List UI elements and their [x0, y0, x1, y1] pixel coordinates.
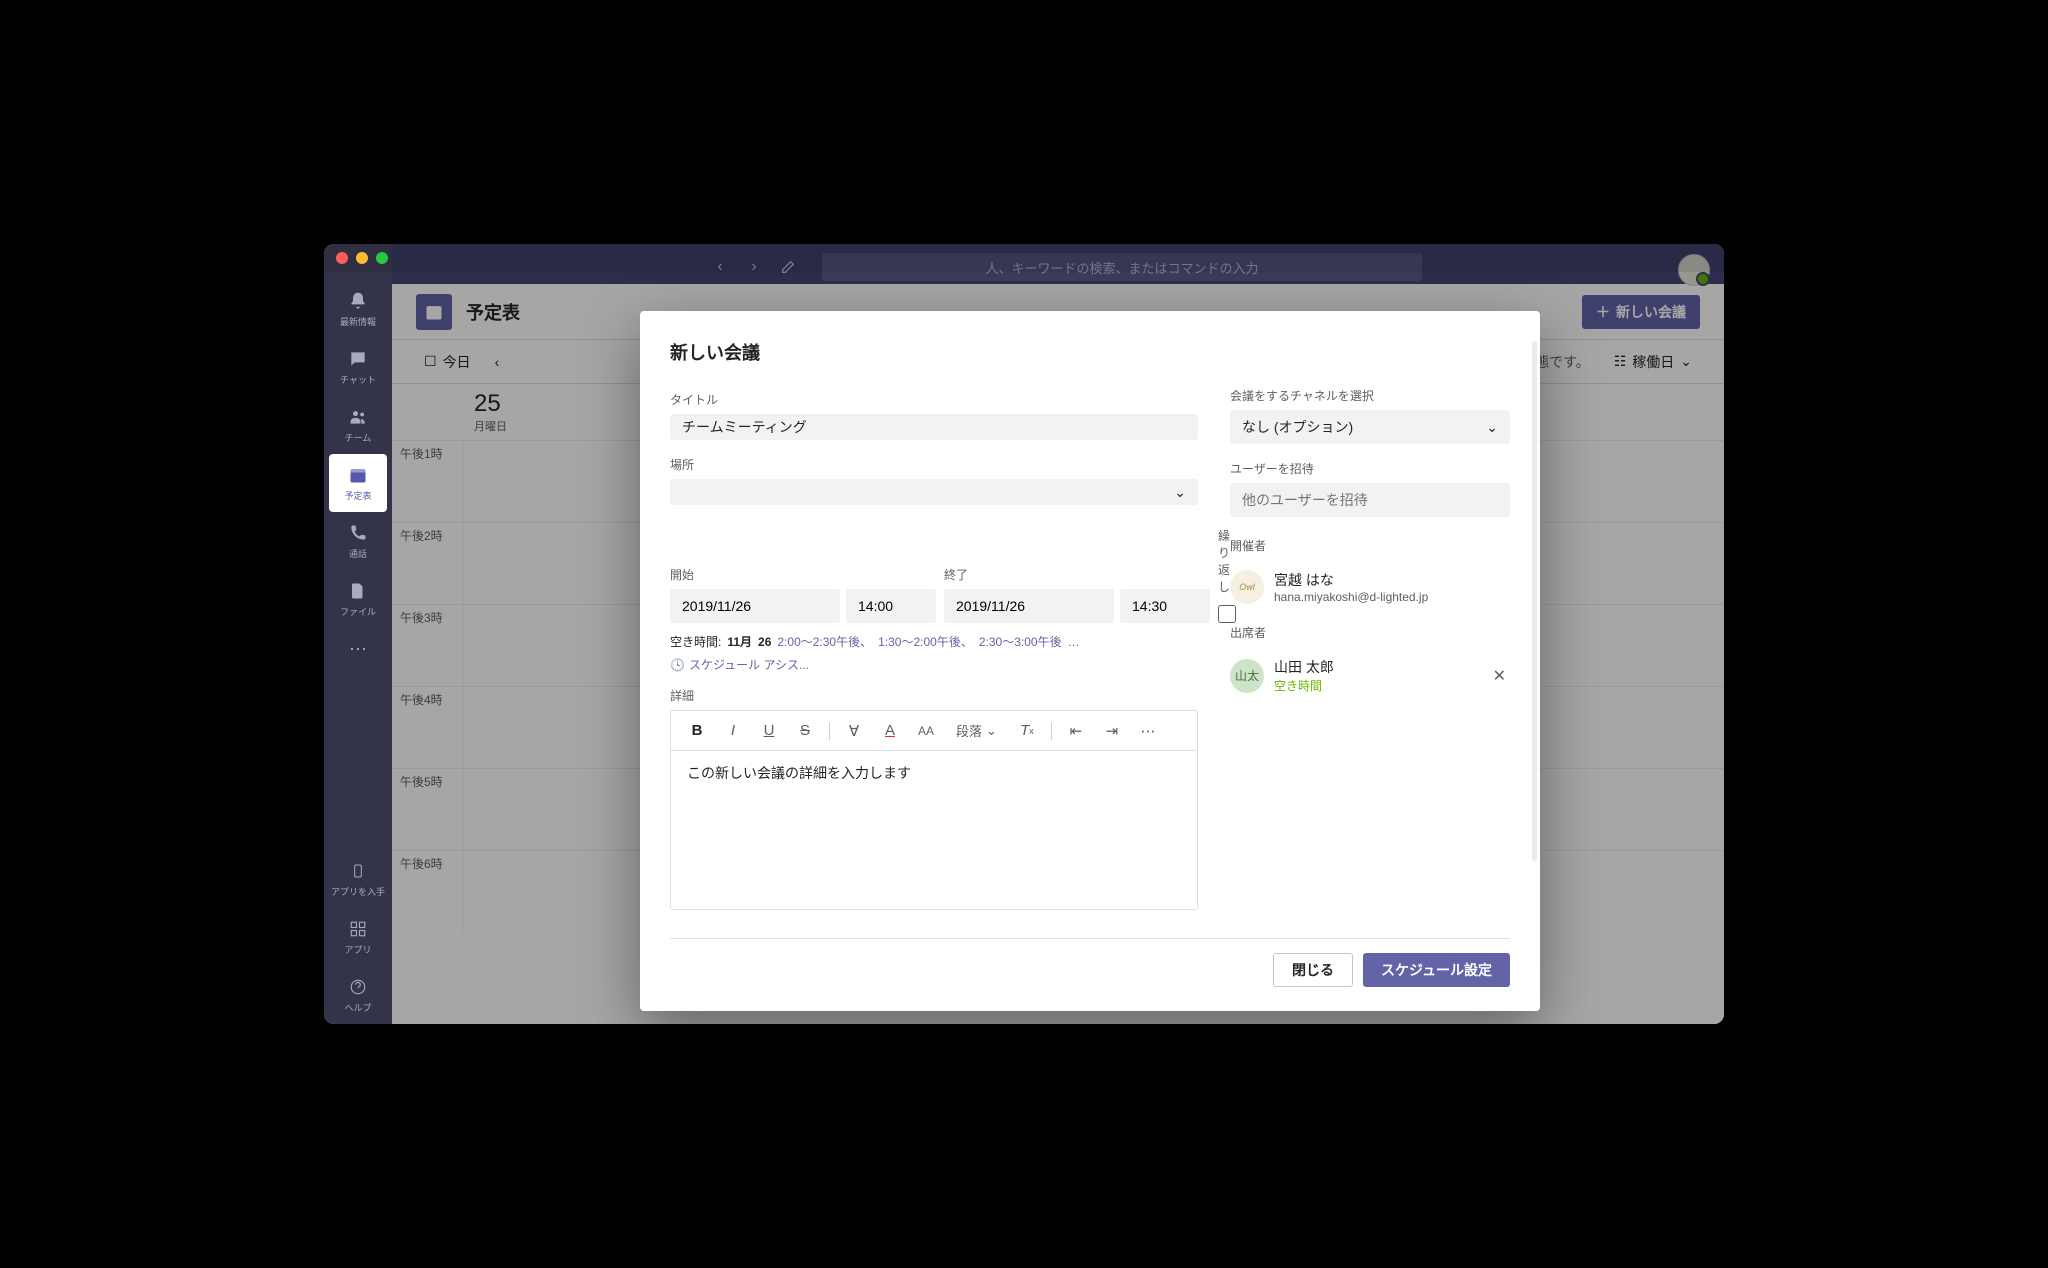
more-slots[interactable]: … — [1068, 635, 1080, 649]
more-icon: ⋯ — [347, 638, 369, 660]
new-meeting-dialog: 新しい会議 タイトル 場所 ⌄ 開始 — [640, 311, 1540, 1011]
time-slot-suggestion[interactable]: 1:30～2:00午後 — [878, 633, 973, 650]
field-label-location: 場所 — [670, 456, 1198, 473]
organizer-avatar: Owl — [1230, 570, 1264, 604]
outdent-button[interactable]: ⇤ — [1060, 716, 1092, 746]
scrollbar[interactable] — [1532, 341, 1537, 861]
chevron-down-icon: ⌄ — [1486, 419, 1498, 436]
time-slot-suggestion[interactable]: 2:30～3:00午後 — [979, 633, 1062, 650]
organizer-name: 宮越 はな — [1274, 570, 1428, 590]
attendee-name: 山田 太郎 — [1274, 657, 1334, 677]
dialog-title: 新しい会議 — [670, 339, 1198, 365]
sidebar-item-label: ヘルプ — [344, 1001, 371, 1014]
close-button[interactable]: 閉じる — [1273, 953, 1353, 987]
calendar-icon — [347, 464, 369, 486]
chevron-down-icon: ⌄ — [1174, 484, 1186, 501]
clear-format-button[interactable]: Tx — [1011, 716, 1043, 746]
chat-icon — [347, 348, 369, 370]
indent-button[interactable]: ⇥ — [1096, 716, 1128, 746]
chevron-down-icon: ⌄ — [986, 723, 997, 739]
bell-icon — [347, 290, 369, 312]
toolbar-separator — [829, 722, 830, 740]
end-time-input[interactable] — [1120, 589, 1210, 623]
strikethrough-button[interactable]: S — [789, 716, 821, 746]
field-label-detail: 詳細 — [670, 687, 1198, 704]
sidebar-item-help[interactable]: ヘルプ — [324, 966, 392, 1024]
time-slot-suggestion[interactable]: 2:00～2:30午後 — [777, 633, 872, 650]
sidebar-item-label: チャット — [340, 373, 376, 386]
italic-button[interactable]: I — [717, 716, 749, 746]
editor-toolbar: B I U S ∀ A AA 段落 ⌄ — [671, 711, 1197, 751]
paragraph-style-select[interactable]: 段落 ⌄ — [946, 721, 1007, 740]
sidebar-item-more[interactable]: ⋯ — [324, 628, 392, 670]
window-zoom-button[interactable] — [376, 252, 388, 264]
start-date-input[interactable] — [670, 589, 840, 623]
device-icon — [347, 860, 369, 882]
sidebar-item-apps[interactable]: アプリ — [324, 908, 392, 966]
detail-editor: B I U S ∀ A AA 段落 ⌄ — [670, 710, 1198, 910]
sidebar-item-label: チーム — [345, 431, 372, 444]
dialog-footer: 閉じる スケジュール設定 — [640, 953, 1540, 1011]
field-label-title: タイトル — [670, 391, 1198, 408]
sidebar-item-chat[interactable]: チャット — [324, 338, 392, 396]
sidebar-item-calendar[interactable]: 予定表 — [329, 454, 387, 512]
assist-label: スケジュール アシス... — [689, 656, 809, 673]
field-label-attendees: 出席者 — [1230, 624, 1510, 641]
free-time-month: 11月 — [727, 633, 752, 650]
sidebar-item-get-app[interactable]: アプリを入手 — [324, 850, 392, 908]
organizer-email: hana.miyakoshi@d-lighted.jp — [1274, 590, 1428, 604]
channel-select[interactable]: なし (オプション) ⌄ — [1230, 410, 1510, 444]
clock-icon: 🕓 — [670, 658, 685, 672]
field-label-end: 終了 — [944, 566, 1210, 583]
attendee-person: 山太 山田 太郎 空き時間 ✕ — [1230, 657, 1510, 694]
sidebar-item-teams[interactable]: チーム — [324, 396, 392, 454]
field-label-organizer: 開催者 — [1230, 537, 1510, 554]
file-icon — [347, 580, 369, 602]
app-sidebar: 最新情報 チャット チーム 予定表 通話 ファイル — [324, 244, 392, 1024]
window-close-button[interactable] — [336, 252, 348, 264]
organizer-person: Owl 宮越 はな hana.miyakoshi@d-lighted.jp — [1230, 570, 1510, 604]
sidebar-item-label: 予定表 — [344, 489, 371, 502]
free-time-label: 空き時間: — [670, 633, 721, 650]
font-size-button[interactable]: AA — [910, 716, 942, 746]
end-date-input[interactable] — [944, 589, 1114, 623]
attendee-avatar: 山太 — [1230, 659, 1264, 693]
title-input[interactable] — [670, 414, 1198, 440]
field-label-invite: ユーザーを招待 — [1230, 460, 1510, 477]
underline-button[interactable]: U — [753, 716, 785, 746]
font-color-button[interactable]: A — [874, 716, 906, 746]
toolbar-separator — [1051, 722, 1052, 740]
sidebar-item-activity[interactable]: 最新情報 — [324, 280, 392, 338]
highlight-button[interactable]: ∀ — [838, 716, 870, 746]
free-time-suggestions: 空き時間: 11月 26 2:00～2:30午後 1:30～2:00午後 2:3… — [670, 633, 1198, 673]
location-select[interactable]: ⌄ — [670, 479, 1198, 505]
sidebar-item-calls[interactable]: 通話 — [324, 512, 392, 570]
start-time-input[interactable] — [846, 589, 936, 623]
sidebar-item-label: 最新情報 — [340, 315, 376, 328]
window-minimize-button[interactable] — [356, 252, 368, 264]
sidebar-item-files[interactable]: ファイル — [324, 570, 392, 628]
channel-value: なし (オプション) — [1242, 417, 1353, 437]
phone-icon — [347, 522, 369, 544]
field-label-channel: 会議をするチャネルを選択 — [1230, 387, 1510, 404]
field-label-start: 開始 — [670, 566, 936, 583]
help-icon — [347, 976, 369, 998]
schedule-button[interactable]: スケジュール設定 — [1363, 953, 1510, 987]
apps-icon — [347, 918, 369, 940]
more-options-button[interactable]: ⋯ — [1132, 716, 1164, 746]
paragraph-label: 段落 — [956, 721, 982, 740]
remove-attendee-button[interactable]: ✕ — [1489, 662, 1510, 690]
attendee-status: 空き時間 — [1274, 677, 1334, 694]
sidebar-item-label: アプリを入手 — [331, 885, 385, 898]
sidebar-item-label: 通話 — [349, 547, 367, 560]
sidebar-item-label: アプリ — [344, 943, 371, 956]
bold-button[interactable]: B — [681, 716, 713, 746]
teams-icon — [347, 406, 369, 428]
sidebar-item-label: ファイル — [340, 605, 376, 618]
scheduling-assistant-link[interactable]: 🕓 スケジュール アシス... — [670, 656, 809, 673]
free-time-day: 26 — [758, 635, 771, 649]
invite-input[interactable] — [1230, 483, 1510, 517]
editor-textarea[interactable]: この新しい会議の詳細を入力します — [671, 751, 1197, 909]
dialog-divider — [670, 938, 1510, 939]
